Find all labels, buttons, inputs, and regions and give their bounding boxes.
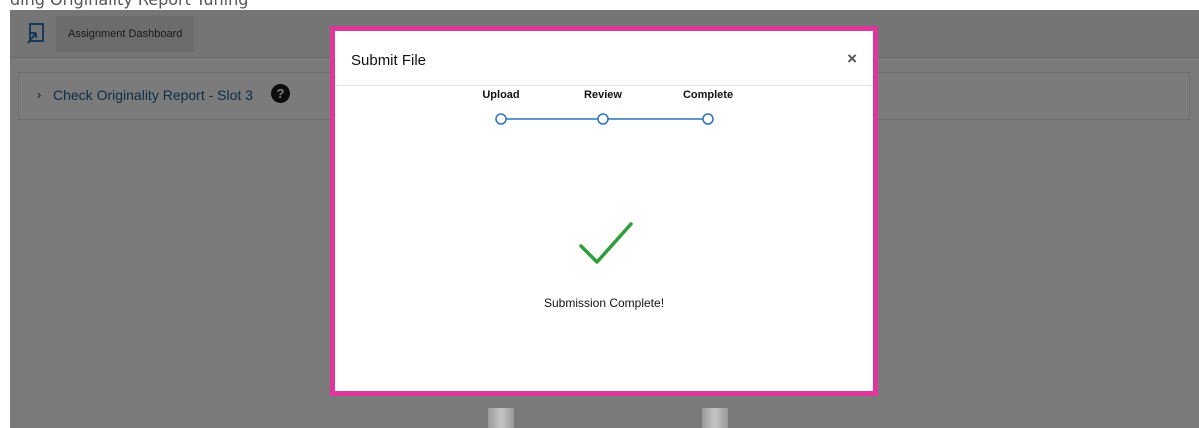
background-post-left: [488, 408, 514, 428]
submission-complete-message: Submission Complete!: [543, 296, 665, 310]
submit-file-modal: Submit File × Upload Review Complete Sub…: [330, 26, 878, 396]
page: ding Originality Report Tuning Assignmen…: [0, 0, 1199, 428]
step-node-review: [597, 113, 609, 125]
cropped-heading-strip: ding Originality Report Tuning: [0, 0, 1199, 10]
close-icon[interactable]: ×: [847, 49, 857, 69]
checkmark-icon: [579, 222, 633, 264]
step-node-complete: [702, 113, 714, 125]
background-post-right: [702, 408, 728, 428]
modal-title: Submit File: [351, 52, 427, 69]
step-progress-track: [495, 113, 714, 125]
step-node-upload: [495, 113, 507, 125]
cropped-heading-text: ding Originality Report Tuning: [10, 0, 248, 9]
modal-header: Submit File ×: [335, 31, 873, 86]
